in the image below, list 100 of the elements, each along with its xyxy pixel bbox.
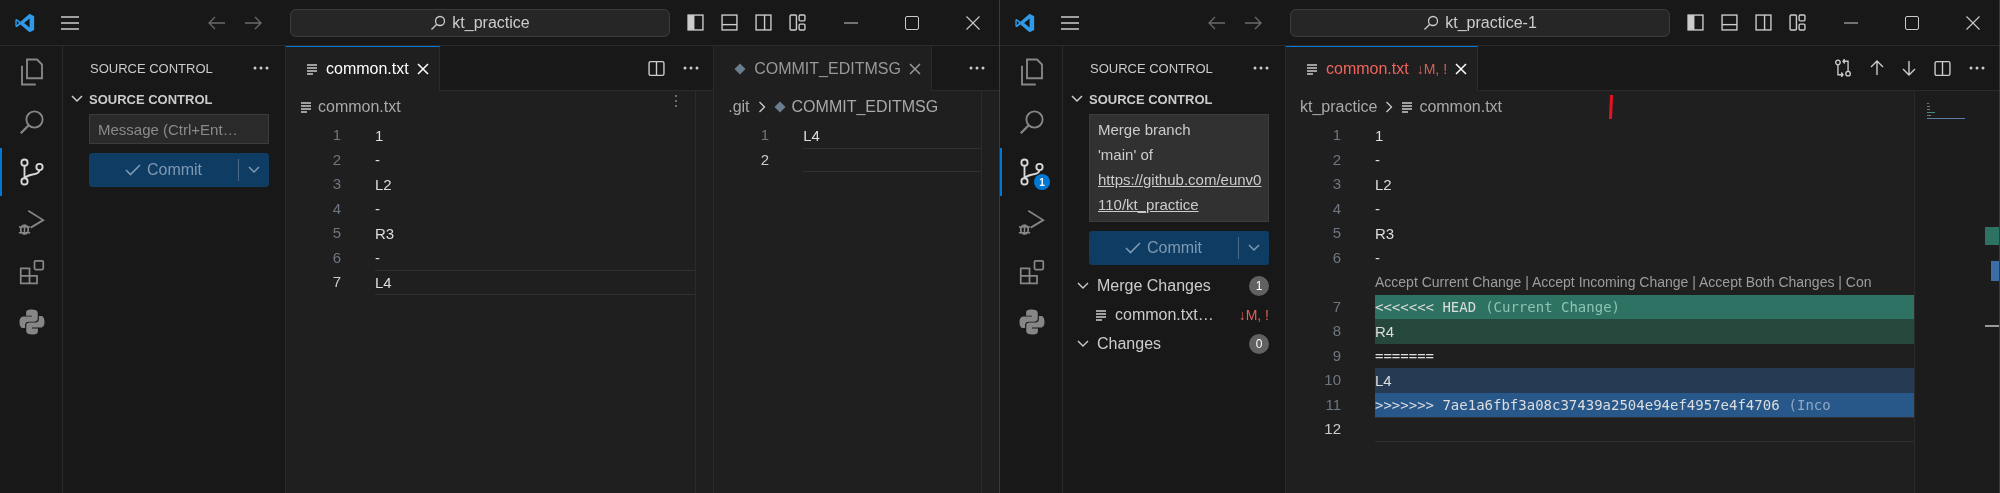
- close-icon[interactable]: [966, 15, 980, 30]
- split-editor-icon[interactable]: [648, 59, 666, 77]
- arrow-up-icon[interactable]: [1870, 60, 1884, 76]
- maximize-icon[interactable]: [905, 15, 919, 30]
- code-text: -: [1375, 249, 1380, 267]
- search-icon: [1423, 14, 1440, 31]
- more-icon[interactable]: [1253, 66, 1269, 70]
- code-text: -: [375, 151, 380, 169]
- conflict-annotation: (Current Change): [1485, 298, 1620, 315]
- check-icon: [1124, 242, 1141, 254]
- breadcrumb-item[interactable]: kt_practice: [1300, 98, 1378, 116]
- more-icon[interactable]: [969, 66, 985, 70]
- forward-arrow-icon[interactable]: [244, 15, 262, 30]
- code-text: R3: [375, 224, 395, 242]
- customize-layout-icon[interactable]: [1789, 14, 1806, 31]
- maximize-icon[interactable]: [1905, 15, 1919, 30]
- tree-group[interactable]: Changes 0: [1063, 329, 1285, 359]
- code-text: L4: [803, 126, 820, 144]
- sidebar-layout-icon[interactable]: [1687, 14, 1704, 31]
- breadcrumb-item[interactable]: COMMIT_EDITMSG: [791, 98, 939, 116]
- chevron-icon: [1077, 340, 1089, 348]
- chevron-right-icon: [757, 101, 766, 113]
- minimize-icon[interactable]: [1844, 21, 1858, 24]
- chevron-down-icon[interactable]: [1071, 95, 1083, 103]
- split-layout-icon[interactable]: [755, 14, 772, 31]
- compare-changes-icon[interactable]: [1834, 59, 1852, 77]
- vscode-logo-icon: [1014, 11, 1036, 34]
- close-icon[interactable]: [1966, 15, 1980, 30]
- breadcrumb-item[interactable]: .git: [728, 98, 750, 116]
- line-number: 10: [1323, 370, 1341, 390]
- conflict-annotation: (Inco: [1788, 396, 1831, 413]
- code-text: >>>>>>> 7ae1a6fbf3a08c37439a2504e94ef4957e4f4706: [1375, 396, 1780, 413]
- line-number: 4: [331, 198, 341, 219]
- line-number: 3: [1331, 174, 1341, 194]
- split-layout-icon[interactable]: [1755, 14, 1772, 31]
- more-icon[interactable]: [1969, 66, 1985, 70]
- menu-icon[interactable]: [1060, 14, 1080, 31]
- search-icon: [430, 14, 447, 31]
- line-number: 1: [759, 125, 770, 145]
- code-text: 1: [375, 126, 384, 144]
- breadcrumb-item[interactable]: common.txt: [1419, 98, 1503, 116]
- count-badge: 1: [1034, 174, 1050, 190]
- customize-layout-icon[interactable]: [789, 14, 806, 31]
- text-file-icon: [306, 63, 318, 75]
- panel-title: SOURCE CONTROL: [90, 60, 213, 76]
- code-text: -: [375, 200, 380, 218]
- section-title[interactable]: SOURCE CONTROL: [89, 91, 213, 107]
- editor-tab[interactable]: common.txt ↓M, !: [1286, 46, 1479, 91]
- count-badge: 0: [1249, 334, 1269, 354]
- arrow-down-icon[interactable]: [1902, 60, 1916, 76]
- code-text: L2: [375, 175, 392, 193]
- chevron-down-icon[interactable]: [71, 95, 83, 103]
- line-number: 1: [1331, 125, 1341, 145]
- menu-icon[interactable]: [60, 14, 80, 31]
- code-text: -: [1375, 200, 1380, 218]
- python-icon: [17, 307, 47, 337]
- group-label: Changes: [1097, 335, 1163, 353]
- search-field[interactable]: kt_practice: [290, 8, 670, 37]
- editor-tab[interactable]: common.txt: [286, 46, 440, 91]
- forward-arrow-icon[interactable]: [1244, 15, 1262, 30]
- code-text: <<<<<<< HEAD: [1375, 298, 1477, 315]
- tree-group[interactable]: Merge Changes 1: [1063, 271, 1285, 301]
- commit-button[interactable]: Commit: [1089, 231, 1269, 265]
- message-field[interactable]: Merge branch 'main' of https://github.com/eunv0110/kt_practice: [1089, 114, 1269, 222]
- search-field[interactable]: kt_practice-1: [1290, 8, 1670, 37]
- commit-button[interactable]: Commit: [89, 153, 269, 187]
- panel-title: SOURCE CONTROL: [1090, 60, 1213, 76]
- more-icon[interactable]: [683, 66, 700, 70]
- code-text: R3: [1375, 224, 1395, 242]
- chevron-right-icon: [1385, 101, 1394, 113]
- message-link[interactable]: https://github.com/eunv0110/kt_practice: [1098, 167, 1262, 217]
- breadcrumb-item[interactable]: common.txt: [318, 98, 401, 116]
- back-arrow-icon[interactable]: [208, 15, 226, 30]
- line-number: 6: [331, 247, 341, 268]
- close-icon[interactable]: [908, 63, 921, 75]
- line-number: 1: [331, 125, 341, 145]
- code-text: L2: [1375, 175, 1392, 193]
- file-name: common.txt…: [1115, 306, 1215, 324]
- search-icon: [17, 107, 47, 137]
- editor-tab[interactable]: COMMIT_EDITMSG: [714, 46, 932, 91]
- line-number: 11: [1324, 394, 1341, 415]
- extensions-icon: [17, 257, 47, 287]
- extensions-icon: [1017, 257, 1047, 287]
- changed-file-item[interactable]: common.txt… ↓M, !: [1063, 301, 1285, 329]
- more-icon[interactable]: [253, 66, 269, 70]
- chevron-icon: [1077, 282, 1089, 290]
- minimize-icon[interactable]: [844, 21, 858, 24]
- line-number: 5: [331, 223, 341, 243]
- code-text: 1: [1375, 126, 1384, 144]
- panel-layout-icon[interactable]: [1721, 14, 1738, 31]
- message-field[interactable]: Message (Ctrl+Ent…: [89, 114, 269, 144]
- tab-label: common.txt: [326, 60, 409, 78]
- section-title[interactable]: SOURCE CONTROL: [1089, 91, 1213, 107]
- sidebar-layout-icon[interactable]: [687, 14, 704, 31]
- panel-layout-icon[interactable]: [721, 14, 738, 31]
- split-editor-icon[interactable]: [1934, 59, 1951, 77]
- back-arrow-icon[interactable]: [1208, 15, 1226, 30]
- file-status: ↓M, !: [1416, 61, 1448, 77]
- code-lens-actions[interactable]: Accept Current Change | Accept Incoming Change | Accept Both Changes | Con: [1375, 270, 1872, 295]
- file-status: ↓M, !: [1238, 307, 1269, 323]
